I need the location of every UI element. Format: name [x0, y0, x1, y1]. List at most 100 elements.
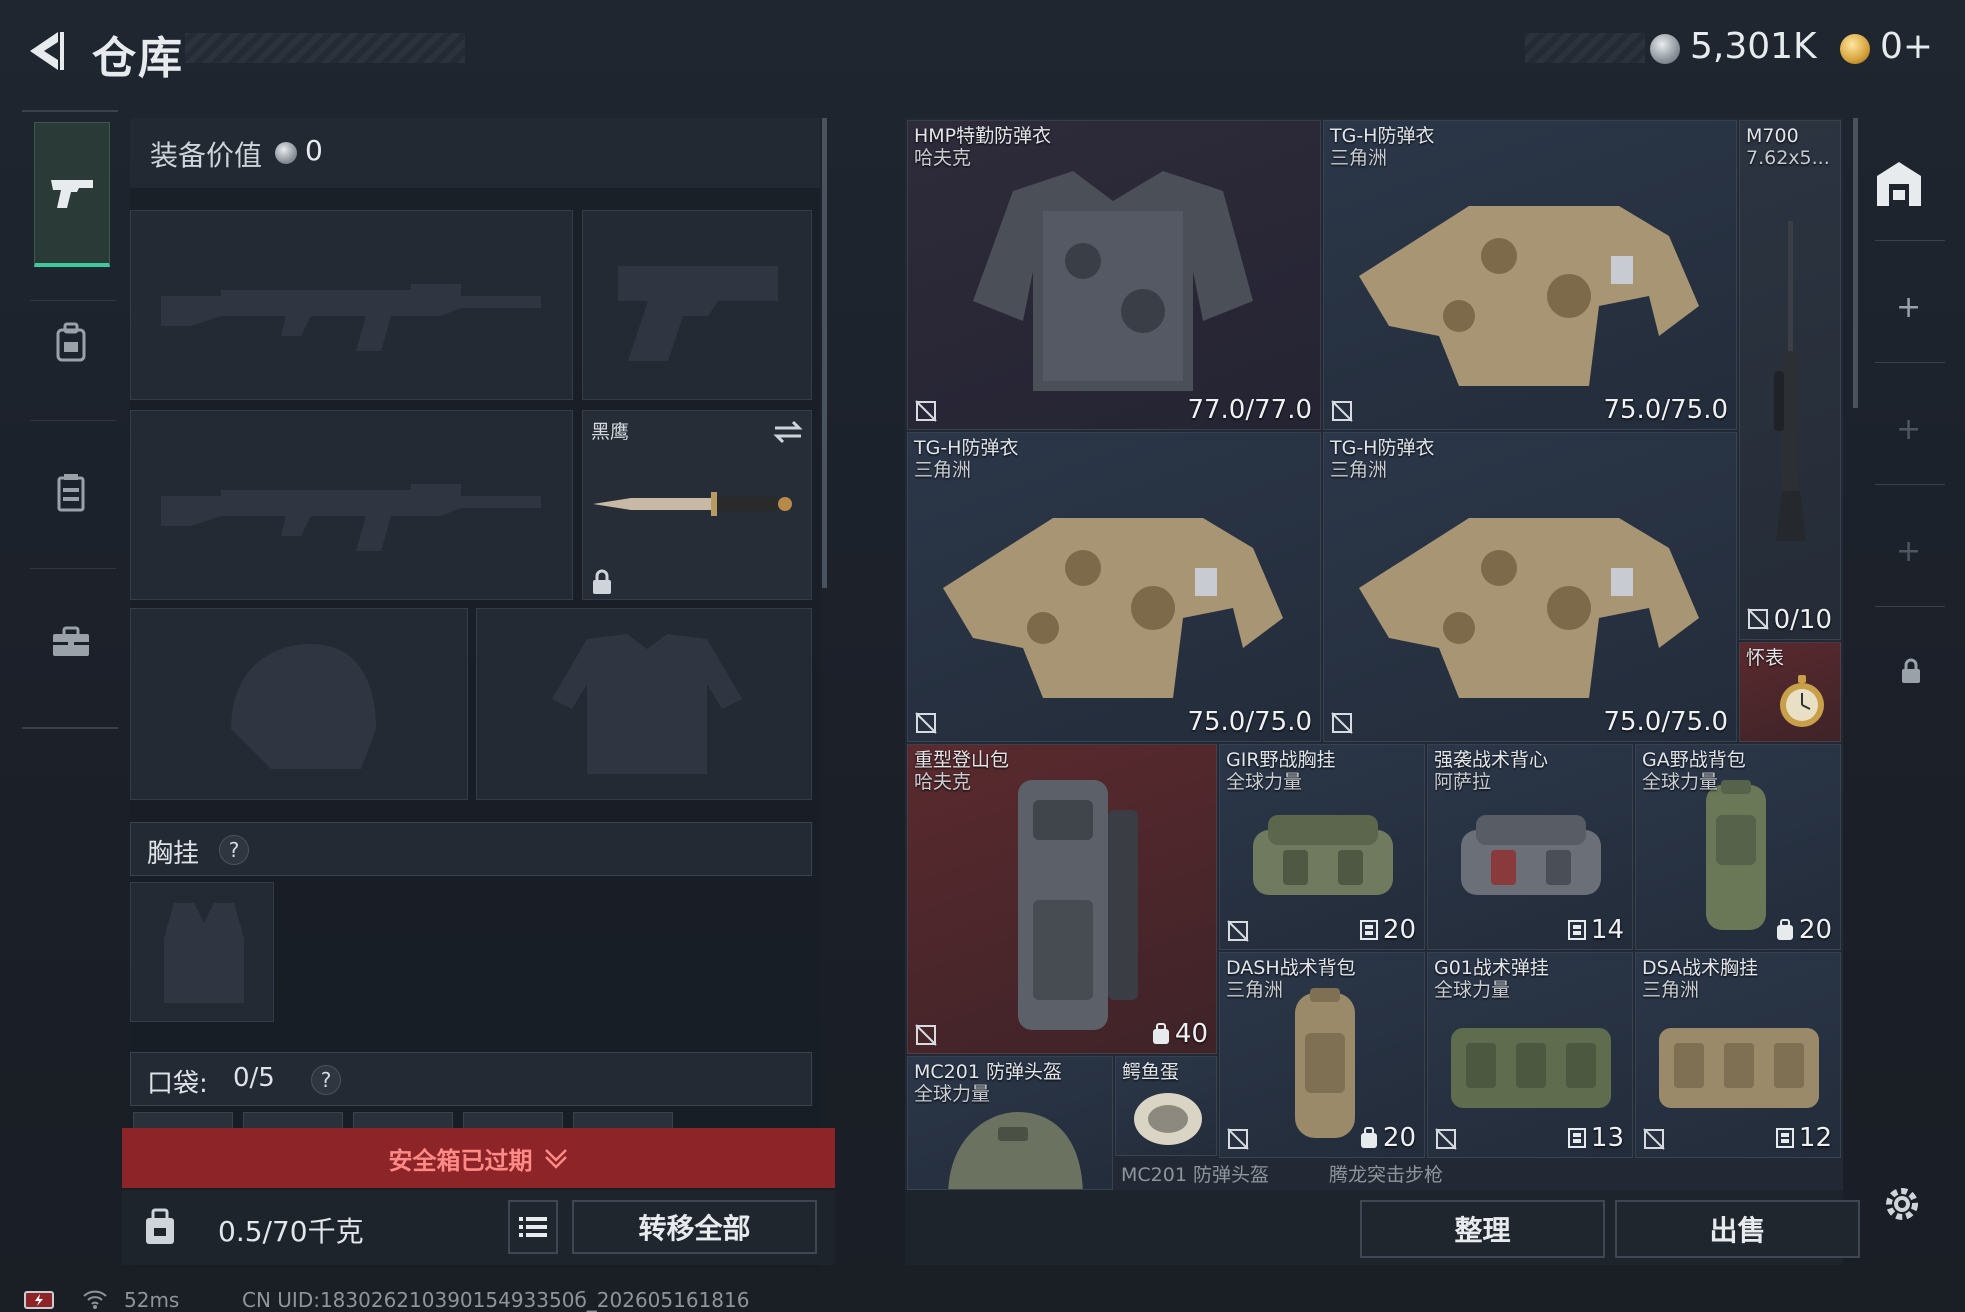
pistol-icon [49, 176, 95, 210]
chest-rig-section: 胸挂 ? [130, 822, 812, 876]
gold-coin-icon [1840, 34, 1870, 64]
backpack-icon [53, 322, 89, 362]
item-capacity: 12 [1775, 1123, 1832, 1153]
bag-capacity-icon [1360, 1127, 1377, 1148]
chest-rig-slot[interactable] [130, 882, 274, 1022]
page-divider [1875, 606, 1945, 607]
silver-coin-icon [275, 142, 297, 164]
item-faction: 阿萨拉 [1434, 771, 1492, 793]
list-view-button[interactable] [508, 1200, 558, 1254]
melee-slot[interactable]: 黑鹰 [582, 410, 812, 600]
rig-capacity-icon [1359, 920, 1378, 940]
primary-weapon-slot[interactable] [130, 210, 573, 400]
inventory-item[interactable]: 重型登山包 哈夫克 40 [907, 744, 1217, 1054]
inventory-item[interactable]: 强袭战术背心 阿萨拉 14 [1427, 744, 1633, 950]
chest-rig-silhouette-icon [159, 898, 249, 1008]
currency-secondary-value[interactable]: 0+ [1880, 26, 1933, 67]
item-name: 重型登山包 [914, 749, 1010, 771]
safebox-expired-banner[interactable]: 安全箱已过期 [122, 1128, 835, 1188]
add-page-icon[interactable]: + [1896, 534, 1921, 569]
item-capacity: 20 [1775, 915, 1832, 945]
no-insurance-icon [1642, 1127, 1666, 1151]
item-name: TG-H防弹衣 [1330, 125, 1435, 147]
user-uid: CN UID:18302621039015493350б_20260516181… [242, 1288, 750, 1312]
inventory-item[interactable]: TG-H防弹衣 三角洲 75.0/75.0 [1323, 120, 1737, 430]
inventory-item[interactable]: DASH战术背包 三角洲 20 [1219, 952, 1425, 1158]
chest-rig-icon [1456, 805, 1606, 905]
no-insurance-icon [914, 1023, 938, 1047]
body-armor-icon [933, 478, 1293, 708]
inventory-item[interactable]: DSA战术胸挂 三角洲 12 [1635, 952, 1841, 1158]
item-name: M700 [1746, 125, 1799, 147]
inventory-item[interactable]: G01战术弹挂 全球力量 13 [1427, 952, 1633, 1158]
inventory-item[interactable]: GA野战背包 全球力量 20 [1635, 744, 1841, 950]
swap-icon[interactable] [773, 419, 803, 445]
sidearm-slot[interactable] [582, 210, 812, 400]
no-insurance-icon [1226, 1127, 1250, 1151]
egg-icon [1128, 1085, 1208, 1151]
body-armor-slot[interactable] [476, 608, 812, 800]
back-arrow-icon[interactable] [20, 26, 70, 76]
item-faction: 三角洲 [1642, 979, 1700, 1001]
safebox-expired-label: 安全箱已过期 [388, 1146, 533, 1175]
inventory-item[interactable]: 鳄鱼蛋 [1115, 1056, 1217, 1156]
chest-rig-icon [1446, 1008, 1616, 1118]
backpack-icon [1280, 983, 1370, 1143]
item-caliber: 7.62x5... [1746, 147, 1830, 169]
capacity-value: 12 [1798, 1123, 1832, 1153]
currency-decoration [1525, 33, 1645, 63]
equipment-scrollbar[interactable] [822, 118, 827, 588]
inventory-scrollbar[interactable] [1853, 118, 1858, 408]
wifi-icon [82, 1288, 108, 1310]
item-capacity: 20 [1359, 915, 1416, 945]
item-name: 强袭战术背心 [1434, 749, 1549, 771]
chest-rig-icon [1248, 805, 1398, 905]
settings-gear-icon[interactable] [1880, 1182, 1924, 1226]
secondary-weapon-slot[interactable] [130, 410, 573, 600]
sort-button[interactable]: 整理 [1360, 1200, 1605, 1258]
item-name: 鳄鱼蛋 [1122, 1061, 1180, 1083]
helmet-icon [938, 1107, 1088, 1189]
item-faction: 三角洲 [1330, 459, 1388, 481]
currency-main-value: 5,301K [1690, 26, 1817, 67]
title-decoration [185, 33, 465, 63]
inventory-item[interactable]: GIR野战胸挂 全球力量 20 [1219, 744, 1425, 950]
help-icon[interactable]: ? [219, 835, 249, 865]
inventory-item[interactable]: HMP特勤防弹衣 哈夫克 77.0/77.0 [907, 120, 1321, 430]
item-ammo: 0/10 [1773, 605, 1832, 635]
ping-value: 52ms [124, 1288, 180, 1312]
item-name: GIR野战胸挂 [1226, 749, 1336, 771]
inventory-item[interactable]: TG-H防弹衣 三角洲 75.0/75.0 [1323, 432, 1737, 742]
warehouse-icon[interactable] [1873, 158, 1925, 210]
inventory-item[interactable]: TG-H防弹衣 三角洲 75.0/75.0 [907, 432, 1321, 742]
helmet-slot[interactable] [130, 608, 468, 800]
item-durability: 77.0/77.0 [1187, 395, 1312, 425]
rig-capacity-icon [1567, 1128, 1586, 1148]
vest-icon [54, 472, 88, 512]
add-page-icon[interactable]: + [1896, 412, 1921, 447]
help-icon[interactable]: ? [311, 1065, 341, 1095]
equipment-value-label: 装备价值 [150, 139, 263, 172]
inventory-grid: HMP特勤防弹衣 哈夫克 77.0/77.0 TG-H防弹衣 三角洲 75.0/… [905, 118, 1843, 1190]
rifle-silhouette-icon [161, 456, 541, 556]
inventory-item[interactable]: MC201 防弹头盔 全球力量 [907, 1056, 1113, 1190]
capacity-value: 20 [1798, 915, 1832, 945]
item-durability: 75.0/75.0 [1603, 707, 1728, 737]
capacity-value: 20 [1382, 915, 1416, 945]
sell-button[interactable]: 出售 [1615, 1200, 1860, 1258]
bag-weight-icon [143, 1208, 177, 1246]
tab-backpack[interactable] [34, 282, 108, 402]
chest-rig-label: 胸挂 [147, 839, 200, 869]
inventory-item[interactable]: M700 7.62x5... 0/10 [1739, 120, 1841, 640]
inventory-item[interactable]: 怀表 [1739, 642, 1841, 742]
add-page-icon[interactable]: + [1896, 290, 1921, 325]
tab-weapons[interactable] [34, 122, 110, 267]
transfer-all-button[interactable]: 转移全部 [572, 1200, 817, 1254]
item-faction: 哈夫克 [914, 771, 972, 793]
tab-vest[interactable] [34, 432, 108, 552]
silver-coin-icon [1650, 34, 1680, 64]
tab-case[interactable] [34, 582, 108, 702]
chest-rig-icon [1654, 1008, 1824, 1118]
item-capacity: 40 [1151, 1019, 1208, 1049]
top-bar: 仓库 5,301K 0+ [0, 0, 1965, 100]
